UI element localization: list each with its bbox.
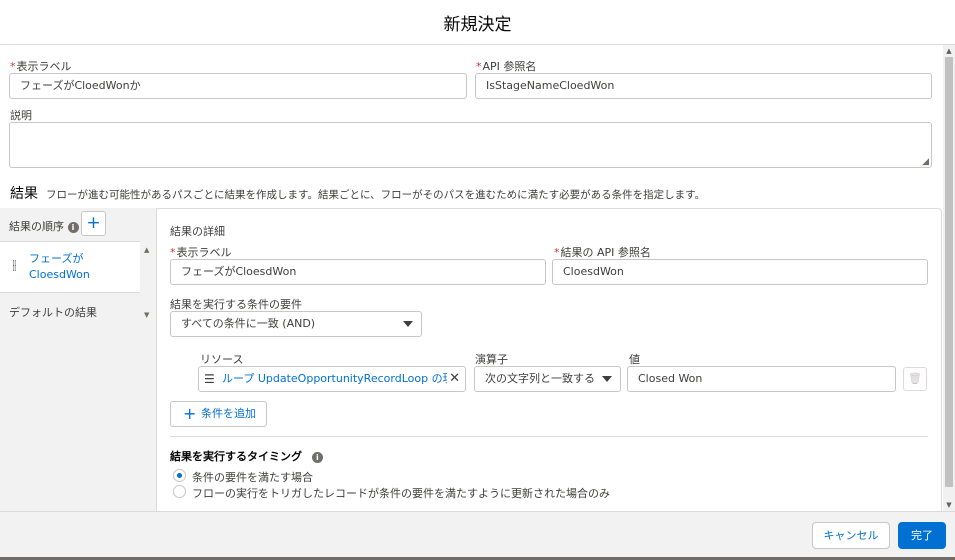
- operator-select[interactable]: 次の文字列と一致する: [474, 366, 621, 392]
- info-icon[interactable]: i: [311, 451, 323, 463]
- divider: [170, 436, 928, 437]
- timing-option-label: フローの実行をトリガしたレコードが条件の要件を満たすように更新された場合のみ: [192, 487, 610, 500]
- required-mark: *: [476, 60, 482, 73]
- resource-caption: リソース: [200, 353, 244, 366]
- add-condition-label: 条件を追加: [201, 407, 256, 420]
- value-input[interactable]: Closed Won: [627, 366, 896, 392]
- plus-icon: +: [183, 404, 197, 423]
- description-textarea[interactable]: ◢: [9, 122, 932, 168]
- outcome-sidebar: 結果の順序 i + ⁞⁞ ⁞⁞ フェーズが CloesdWon ▲ デフォルトの結…: [0, 208, 157, 511]
- api-name-caption: *API 参照名: [476, 60, 537, 73]
- scroll-up-icon[interactable]: ▲: [945, 47, 953, 55]
- add-condition-button[interactable]: + 条件を追加: [170, 401, 267, 427]
- outcomes-description: フローが進む可能性があるパスごとに結果を作成します。結果ごとに、フローがそのパス…: [46, 189, 706, 201]
- outcome-item-label: フェーズが CloesdWon: [29, 252, 90, 281]
- condition-requirement-caption: 結果を実行する条件の要件: [170, 298, 302, 311]
- sidebar-scroll-down-icon[interactable]: ▼: [144, 311, 149, 319]
- list-icon: ☰: [204, 372, 215, 386]
- modal-body: *表示ラベル フェーズがCloedWonか *API 参照名 IsStageNa…: [0, 45, 955, 511]
- done-button[interactable]: 完了: [898, 522, 946, 549]
- outcome-detail-heading: 結果の詳細: [170, 225, 225, 238]
- info-icon[interactable]: i: [67, 221, 79, 233]
- label-caption: *表示ラベル: [10, 60, 72, 73]
- delete-condition-button[interactable]: 🗑: [903, 367, 927, 391]
- outcome-api-input[interactable]: CloesdWon: [552, 259, 928, 285]
- cancel-button[interactable]: キャンセル: [812, 522, 890, 549]
- timing-option-label: 条件の要件を満たす場合: [192, 471, 313, 484]
- condition-requirement-value: すべての条件に一致 (AND): [181, 317, 316, 330]
- required-mark: *: [10, 60, 16, 73]
- outcomes-title: 結果: [10, 186, 38, 202]
- outcome-label-caption: *表示ラベル: [170, 246, 232, 259]
- chevron-down-icon: [602, 376, 612, 382]
- modal-scrollbar[interactable]: ▲ ▼: [943, 45, 955, 511]
- scroll-thumb[interactable]: [945, 57, 953, 487]
- outcome-item-selected[interactable]: ⁞⁞ ⁞⁞ フェーズが CloesdWon: [0, 241, 140, 293]
- resource-value: ループ UpdateOpportunityRecordLoop の現在…: [222, 372, 447, 385]
- outcome-order-header: 結果の順序 i: [9, 218, 79, 234]
- timing-heading: 結果を実行するタイミング i: [170, 448, 323, 464]
- add-outcome-button[interactable]: +: [81, 211, 106, 236]
- scroll-down-icon[interactable]: ▼: [945, 501, 953, 509]
- resource-pill[interactable]: ☰ ループ UpdateOpportunityRecordLoop の現在… ✕: [198, 366, 466, 392]
- modal-title: 新規決定: [443, 15, 512, 35]
- default-outcome-item[interactable]: デフォルトの結果: [9, 304, 97, 320]
- required-mark: *: [170, 246, 176, 259]
- sidebar-scroll-up-icon[interactable]: ▲: [144, 246, 149, 254]
- drag-handle-icon[interactable]: ⁞⁞ ⁞⁞: [12, 260, 17, 274]
- api-name-input[interactable]: IsStageNameCloedWon: [475, 73, 932, 99]
- timing-radio-updated-only[interactable]: [173, 485, 186, 498]
- modal-header: 新規決定: [0, 0, 955, 45]
- close-icon[interactable]: ✕: [449, 367, 460, 391]
- timing-radio-condition-met[interactable]: [173, 469, 186, 482]
- value-caption: 値: [629, 353, 640, 366]
- outcome-api-caption: *結果の API 参照名: [554, 246, 651, 259]
- label-input[interactable]: フェーズがCloedWonか: [9, 73, 467, 99]
- resize-handle-icon[interactable]: ◢: [922, 157, 929, 167]
- operator-value: 次の文字列と一致する: [485, 372, 595, 385]
- description-caption: 説明: [10, 109, 32, 122]
- condition-requirement-select[interactable]: すべての条件に一致 (AND): [170, 311, 422, 337]
- chevron-down-icon: [403, 321, 413, 327]
- required-mark: *: [554, 246, 560, 259]
- operator-caption: 演算子: [475, 353, 508, 366]
- outcome-label-input[interactable]: フェーズがCloesdWon: [170, 259, 546, 285]
- modal-footer: キャンセル 完了: [0, 511, 955, 560]
- trash-icon: 🗑: [908, 372, 922, 385]
